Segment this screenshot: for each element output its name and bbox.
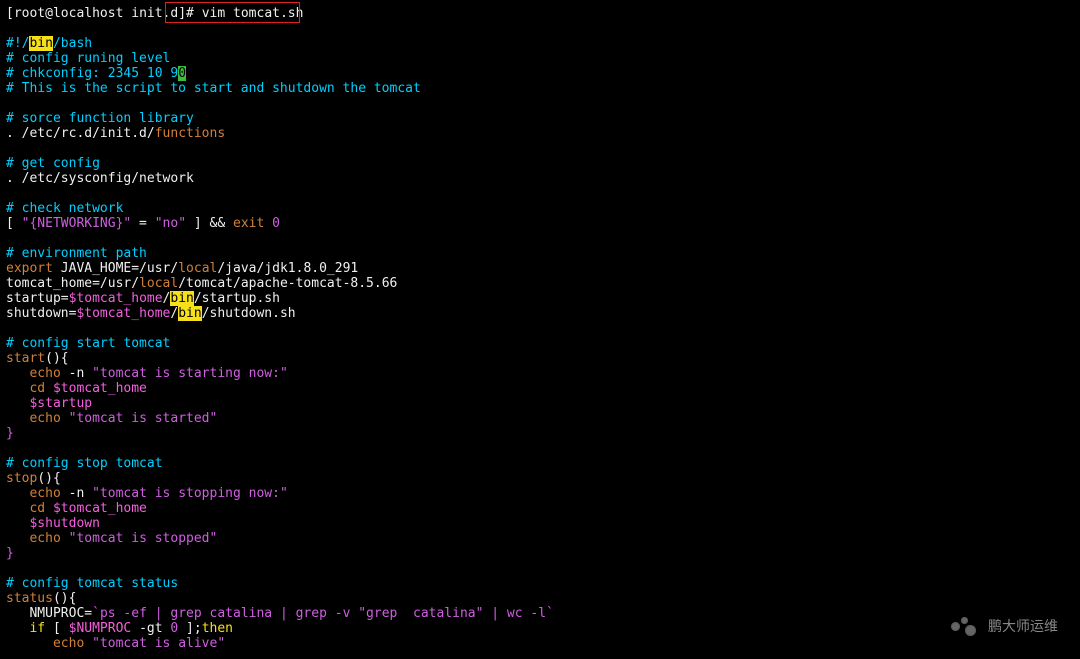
code-line: #!/bin/bash <box>6 36 1080 51</box>
cursor: 0 <box>178 66 186 81</box>
command-text: vim tomcat.sh <box>202 6 304 21</box>
shell-prompt: [root@localhost init.d]# <box>6 6 202 21</box>
watermark-text: 鹏大师运维 <box>988 619 1058 634</box>
comment: # config runing level <box>6 51 170 66</box>
watermark: 鹏大师运维 <box>948 615 1058 637</box>
terminal-output: [root@localhost init.d]# vim tomcat.sh #… <box>0 0 1080 651</box>
wechat-icon <box>948 615 980 637</box>
